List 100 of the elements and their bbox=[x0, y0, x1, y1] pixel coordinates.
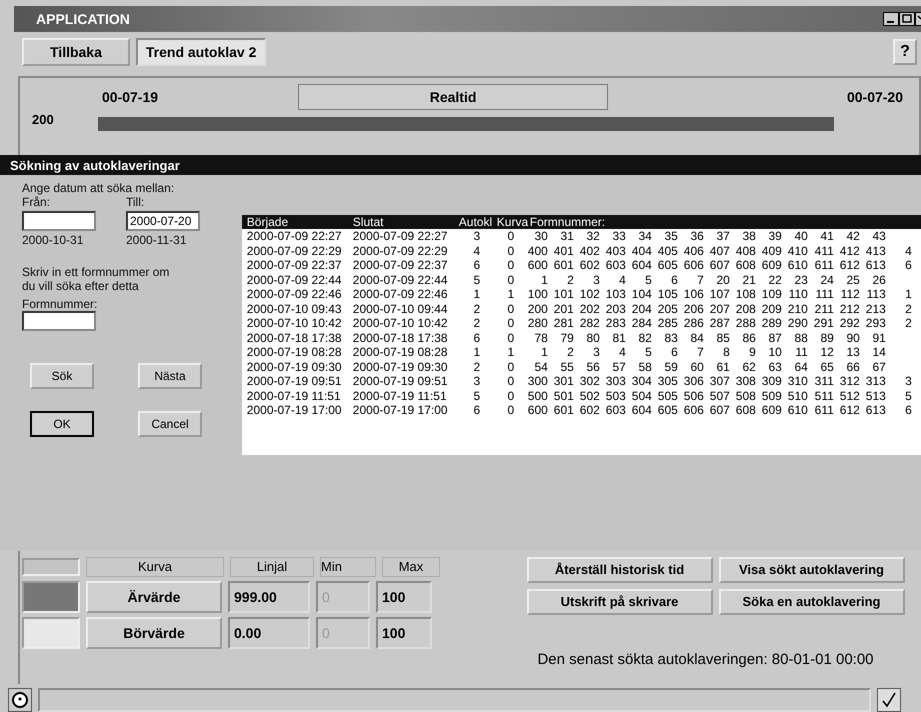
max-field[interactable]: 100 bbox=[376, 580, 432, 613]
table-cell-text: 506 bbox=[682, 388, 705, 403]
table-cell-text: 2000-07-19 08:28 bbox=[246, 345, 343, 360]
table-cell-text: 608 bbox=[734, 258, 757, 272]
table-cell-text: 66 bbox=[845, 360, 861, 374]
table-cell-text: 56 bbox=[585, 360, 601, 374]
table-cell-text: 611 bbox=[814, 403, 835, 418]
check-icon[interactable] bbox=[877, 688, 901, 712]
table-cell-text: 26 bbox=[871, 272, 887, 287]
table-cell-text: 5 bbox=[644, 272, 653, 287]
table-cell-text: 510 bbox=[786, 388, 809, 403]
color-swatch[interactable] bbox=[22, 580, 80, 613]
table-cell-text: 2000-07-19 11:51 bbox=[246, 388, 342, 403]
table-cell-text: 600 bbox=[526, 258, 549, 272]
table-cell-text: 201 bbox=[552, 302, 575, 316]
table-cell-text: 5 bbox=[472, 388, 482, 403]
action-button[interactable]: Söka en autoklavering bbox=[718, 588, 904, 615]
from-field[interactable] bbox=[22, 211, 96, 232]
form-prompt-text: Skriv in ett formnummer om du vill söka efter detta bbox=[22, 265, 170, 294]
table-cell-text: 83 bbox=[663, 330, 679, 345]
table-cell-text: 5 bbox=[904, 388, 913, 403]
table-cell-text: 12 bbox=[819, 345, 835, 360]
column-header: Autokl bbox=[458, 215, 494, 230]
table-cell-text: 310 bbox=[786, 374, 809, 388]
table-cell-text: 1 bbox=[472, 345, 482, 360]
action-button[interactable]: Visa sökt autoklavering bbox=[718, 556, 904, 583]
table-cell-text: 403 bbox=[604, 244, 627, 258]
date-hint: 2000-10-31 bbox=[22, 233, 84, 248]
table-cell-text: 37 bbox=[715, 229, 731, 244]
table-cell-text: 34 bbox=[637, 229, 653, 244]
table-cell-text: 601 bbox=[552, 258, 575, 272]
table-cell-text: 11 bbox=[794, 345, 809, 360]
dialog-button[interactable]: Cancel bbox=[138, 411, 202, 438]
table-cell-text: 38 bbox=[741, 229, 757, 244]
close-icon[interactable] bbox=[915, 12, 921, 26]
axis-label: 200 bbox=[32, 112, 54, 127]
form-number-field[interactable] bbox=[22, 311, 96, 332]
table-cell-text: 85 bbox=[715, 330, 731, 345]
table-cell-text: 601 bbox=[552, 403, 575, 418]
to-field[interactable]: 2000-07-20 bbox=[126, 211, 200, 232]
table-cell-text: 43 bbox=[871, 229, 887, 244]
clock-icon[interactable] bbox=[8, 688, 32, 712]
table-cell-text: 58 bbox=[637, 360, 653, 374]
column-header: Började bbox=[246, 215, 290, 230]
table-cell-text: 501 bbox=[552, 388, 575, 403]
table-cell-text: 4 bbox=[904, 244, 913, 258]
table-cell-text: 2 bbox=[472, 316, 482, 330]
curve-button[interactable]: Ärvärde bbox=[86, 580, 222, 613]
table-cell-text: 284 bbox=[630, 316, 653, 330]
table-cell-text: 288 bbox=[734, 316, 757, 330]
table-cell-text: 91 bbox=[871, 330, 887, 345]
table-cell-text: 202 bbox=[578, 302, 601, 316]
nav-tab[interactable]: Tillbaka bbox=[22, 38, 130, 66]
minimize-icon[interactable] bbox=[883, 12, 899, 26]
realtime-button[interactable]: Realtid bbox=[298, 84, 608, 110]
nav-tab[interactable]: Trend autoklav 2 bbox=[136, 38, 266, 66]
table-cell-text: 2000-07-10 09:43 bbox=[246, 302, 343, 316]
table-cell-text: 500 bbox=[526, 388, 549, 403]
table-cell-text: 291 bbox=[812, 316, 835, 330]
table-cell-text: 67 bbox=[871, 360, 887, 374]
table-cell-text: 613 bbox=[864, 258, 887, 272]
table-cell-text: 605 bbox=[656, 403, 679, 418]
table-cell-text: 285 bbox=[656, 316, 679, 330]
table-cell-text: 3 bbox=[592, 272, 601, 287]
table-cell-text: 0 bbox=[506, 374, 516, 388]
curve-button[interactable]: Börvärde bbox=[86, 616, 222, 649]
table-cell-text: 104 bbox=[630, 287, 653, 302]
table-cell-text: 2000-07-19 09:51 bbox=[246, 374, 343, 388]
help-button[interactable]: ? bbox=[893, 38, 917, 65]
table-cell-text: 2000-07-19 09:51 bbox=[352, 374, 449, 388]
table-cell-text: 62 bbox=[741, 360, 757, 374]
table-cell-text: 2000-07-09 22:27 bbox=[246, 229, 343, 244]
table-cell-text: 0 bbox=[506, 244, 516, 258]
table-cell-text: 209 bbox=[760, 302, 783, 316]
table-cell-text: 2000-07-10 10:42 bbox=[246, 316, 343, 330]
table-cell-text: 100 bbox=[526, 287, 549, 302]
table-cell-text: 65 bbox=[819, 360, 835, 374]
color-swatch[interactable] bbox=[22, 616, 80, 649]
table-cell-text: 2 bbox=[472, 360, 482, 374]
table-cell-text: 102 bbox=[578, 287, 601, 302]
table-cell-text: 408 bbox=[734, 244, 757, 258]
table-cell-text: 286 bbox=[682, 316, 705, 330]
table-cell-text: 290 bbox=[786, 316, 809, 330]
table-cell-text: 404 bbox=[630, 244, 653, 258]
action-button[interactable]: Återställ historisk tid bbox=[526, 556, 712, 583]
dialog-button[interactable]: Sök bbox=[30, 363, 94, 390]
table-cell-text: 2000-07-19 09:30 bbox=[352, 360, 449, 374]
dialog-button[interactable]: Nästa bbox=[138, 363, 202, 390]
table-cell-text: 7 bbox=[696, 272, 705, 287]
table-cell-text: 292 bbox=[838, 316, 861, 330]
table-cell-text: 107 bbox=[708, 287, 731, 302]
ruler-field[interactable]: 0.00 bbox=[228, 616, 310, 649]
max-field[interactable]: 100 bbox=[376, 616, 432, 649]
ruler-field[interactable]: 999.00 bbox=[228, 580, 310, 613]
action-button[interactable]: Utskrift på skrivare bbox=[526, 588, 712, 615]
table-cell-text: 81 bbox=[611, 330, 627, 345]
column-header: Kurva bbox=[86, 556, 224, 577]
column-header: Max bbox=[382, 556, 440, 577]
dialog-button[interactable]: OK bbox=[30, 411, 94, 438]
table-cell-text: 607 bbox=[708, 403, 731, 418]
